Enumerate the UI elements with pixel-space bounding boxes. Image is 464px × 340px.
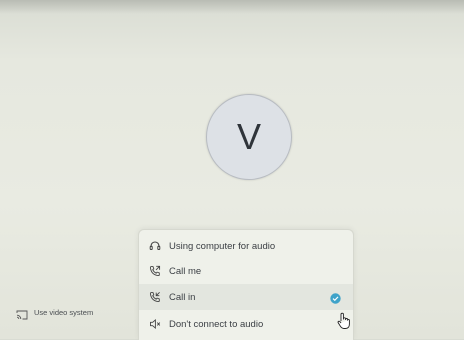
audio-option-label: Call me <box>169 265 202 277</box>
phone-outgoing-icon <box>148 264 162 278</box>
headset-icon <box>148 239 162 253</box>
cast-icon <box>16 307 28 320</box>
use-video-system-button[interactable]: Use video system <box>16 307 94 320</box>
audio-option-label: Don't connect to audio <box>169 318 264 330</box>
audio-option-call-me[interactable]: Call me <box>139 258 353 284</box>
audio-option-call-in[interactable]: Call in <box>139 284 353 310</box>
hand-pointer-icon <box>336 312 352 330</box>
avatar-initial: V <box>236 116 261 157</box>
speaker-mute-icon <box>148 317 162 331</box>
audio-options-menu: Using computer for audio Call me Call in <box>138 229 354 340</box>
selected-check-icon <box>330 291 341 304</box>
use-video-system-label: Use video system <box>34 307 94 317</box>
audio-option-computer[interactable]: Using computer for audio <box>139 233 353 259</box>
top-edge-shade <box>0 0 464 14</box>
audio-option-label: Using computer for audio <box>169 240 276 252</box>
audio-option-dont-connect[interactable]: Don't connect to audio <box>139 311 353 337</box>
audio-option-label: Call in <box>169 291 196 303</box>
participant-avatar: V <box>206 94 292 180</box>
phone-incoming-icon <box>148 290 162 304</box>
